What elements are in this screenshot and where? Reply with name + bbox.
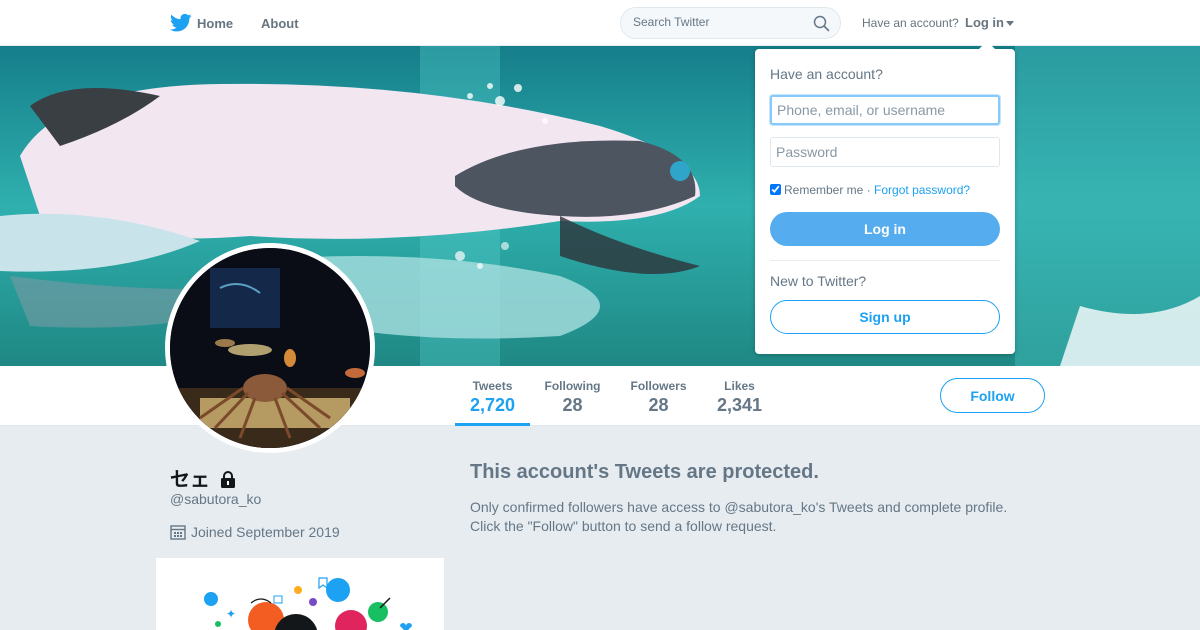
search-box [620, 7, 841, 39]
display-name: セェ [170, 463, 236, 492]
protected-body-line2: Click the "Follow" button to send a foll… [470, 518, 777, 534]
calendar-icon [170, 525, 186, 540]
display-name-text: セェ [170, 469, 210, 491]
password-field[interactable] [770, 137, 1000, 167]
stat-followers-label: Followers [630, 379, 687, 393]
have-account-text: Have an account? [862, 16, 959, 30]
login-toggle-label: Log in [965, 15, 1004, 30]
joined-date: Joined September 2019 [170, 524, 340, 540]
remember-separator: · [866, 183, 871, 197]
twitter-bird-icon[interactable] [170, 13, 192, 33]
dropdown-divider [770, 260, 1000, 261]
protected-title: This account's Tweets are protected. [470, 461, 819, 483]
stat-following-value: 28 [562, 395, 583, 415]
profile-handle[interactable]: @sabutora_ko [170, 491, 261, 507]
stat-tweets[interactable]: Tweets 2,720 [455, 366, 530, 426]
search-icon[interactable] [813, 15, 830, 32]
stat-following[interactable]: Following 28 [536, 366, 609, 426]
search-input[interactable] [633, 15, 803, 29]
stat-likes[interactable]: Likes 2,341 [708, 366, 771, 426]
nav-home-link[interactable]: Home [197, 16, 233, 31]
promo-card: ✦ [156, 558, 444, 630]
avatar[interactable] [165, 243, 375, 453]
login-heading: Have an account? [770, 66, 883, 82]
caret-down-icon [1006, 21, 1014, 27]
protected-body: Only confirmed followers have access to … [470, 498, 1040, 536]
top-navigation: Home About Have an account? Log in [0, 0, 1200, 46]
promo-illustration: ✦ [204, 577, 412, 630]
svg-text:✦: ✦ [226, 607, 236, 621]
login-button[interactable]: Log in [770, 212, 1000, 246]
remember-label[interactable]: Remember me [784, 183, 863, 197]
stat-followers-value: 28 [648, 395, 669, 415]
new-to-twitter-text: New to Twitter? [770, 273, 867, 289]
stat-likes-value: 2,341 [716, 395, 763, 415]
nav-about-link[interactable]: About [261, 16, 299, 31]
stat-tweets-label: Tweets [472, 379, 513, 393]
username-field[interactable] [770, 95, 1000, 125]
avatar-image [170, 248, 370, 448]
dropdown-arrow [979, 41, 995, 49]
joined-text: Joined September 2019 [191, 524, 340, 540]
follow-button[interactable]: Follow [940, 378, 1045, 413]
remember-checkbox[interactable] [770, 184, 781, 195]
stat-followers[interactable]: Followers 28 [622, 366, 695, 426]
stat-following-label: Following [544, 379, 601, 393]
lock-icon [220, 471, 235, 488]
remember-row: Remember me · Forgot password? [770, 183, 970, 197]
login-dropdown: Have an account? Remember me · Forgot pa… [755, 41, 1015, 354]
stat-tweets-value: 2,720 [469, 395, 516, 415]
login-dropdown-toggle[interactable]: Log in [965, 15, 1014, 30]
forgot-password-link[interactable]: Forgot password? [874, 183, 970, 197]
stat-likes-label: Likes [724, 379, 755, 393]
signup-button[interactable]: Sign up [770, 300, 1000, 334]
protected-body-line1: Only confirmed followers have access to … [470, 499, 1008, 515]
